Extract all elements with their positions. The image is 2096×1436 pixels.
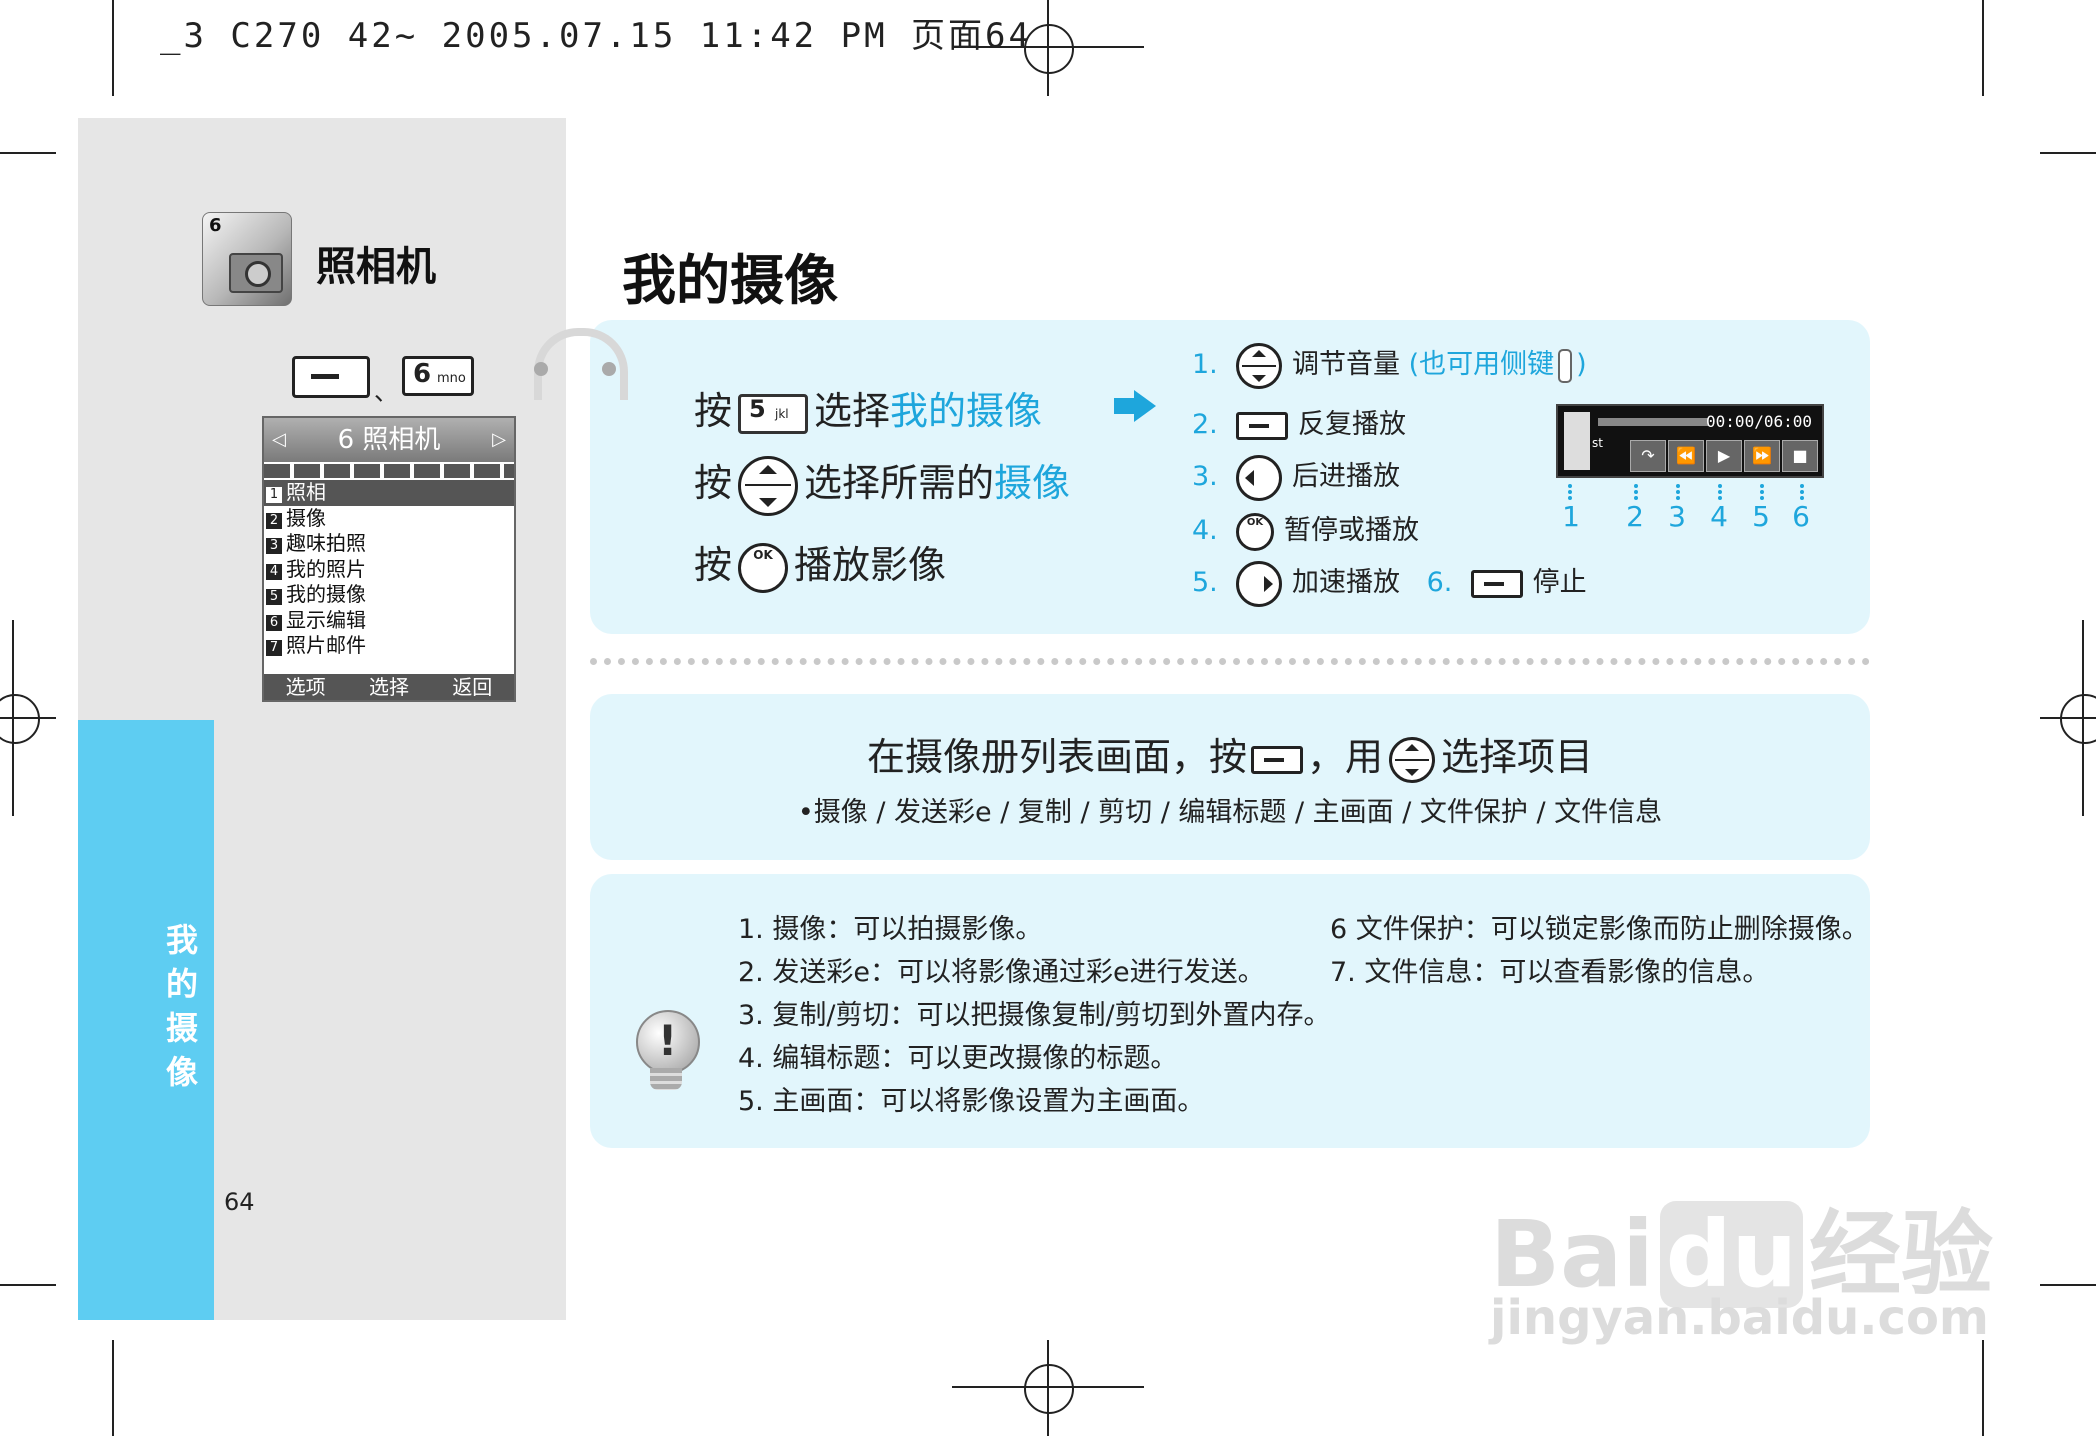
player-callout-number: 1 — [1562, 500, 1580, 533]
step-1: 按 5 jkl 选择我的摄像 — [694, 389, 1043, 434]
key-5-icon: 5 jkl — [738, 393, 809, 434]
right-softkey-icon — [1470, 569, 1523, 598]
phone-tabs — [264, 464, 514, 478]
note-item: 6 文件保护：可以锁定影像而防止删除摄像。 — [1330, 914, 1869, 945]
softkey-back: 返回 — [452, 675, 493, 699]
registration-mark — [0, 694, 40, 744]
arrow-left-icon: ◁ — [272, 429, 286, 450]
lightbulb-icon: ! — [630, 1010, 704, 1094]
phone-menu-item: 4 我的照片 — [264, 557, 514, 583]
note-item: 5. 主画面：可以将影像设置为主画面。 — [738, 1086, 1205, 1117]
nav-key-icon — [1236, 342, 1282, 389]
ok-key-icon: OK — [1236, 512, 1274, 551]
dotted-divider — [590, 658, 1870, 665]
note-item: 3. 复制/剪切：可以把摄像复制/剪切到外置内存。 — [738, 1000, 1331, 1031]
repeat-icon: ↷ — [1630, 440, 1666, 472]
note-item: 1. 摄像：可以拍摄影像。 — [738, 914, 1043, 945]
left-softkey-icon — [292, 356, 370, 398]
ok-key-icon: OK — [738, 542, 789, 593]
watermark-url: jingyan.baidu.com — [1490, 1290, 1989, 1346]
phone-menu-item: 3 趣味拍照 — [264, 531, 514, 557]
note-item: 7. 文件信息：可以查看影像的信息。 — [1330, 957, 1770, 988]
play-icon: ▶ — [1706, 440, 1742, 472]
video-player-bar: 00:00/06:00 st ↷ ⏪ ▶ ⏩ ■ — [1556, 404, 1824, 478]
side-key-icon — [1558, 348, 1573, 383]
page-number: 64 — [224, 1188, 255, 1216]
phone-menu-item: 6 显示编辑 — [264, 608, 514, 634]
step-3: 按 OK 播放影像 — [694, 534, 946, 593]
phone-header-title: 6 照相机 — [337, 425, 441, 455]
softkey-options: 选项 — [285, 675, 326, 699]
phone-header: ◁ 6 照相机 ▷ — [264, 418, 514, 462]
hook-end — [534, 362, 548, 376]
list-instruction: 在摄像册列表画面，按 ，用 选择项目 — [590, 726, 1870, 783]
softkey-select: 选择 — [368, 675, 409, 699]
key-separator: 、 — [374, 378, 398, 406]
key-6-icon: 6 mno — [402, 356, 474, 396]
phone-screen: ◁ 6 照相机 ▷ 1 照相 2 摄像 3 趣味拍照 4 我的照片 5 我的摄像 6 显示编… — [262, 416, 516, 702]
player-callout-number: 4 — [1710, 500, 1728, 533]
nav-right-icon — [1236, 560, 1282, 607]
volume-icon — [1564, 412, 1590, 470]
note-item: 4. 编辑标题：可以更改摄像的标题。 — [738, 1043, 1178, 1074]
camera-icon — [229, 253, 283, 293]
crop-mark — [112, 0, 114, 96]
crop-mark — [1982, 1340, 1984, 1436]
rewind-icon: ⏪ — [1668, 440, 1704, 472]
left-softkey-icon — [1236, 411, 1288, 440]
arrow-right-icon: ▷ — [492, 429, 506, 450]
play-time: 00:00/06:00 — [1706, 412, 1812, 431]
nav-key-icon — [738, 455, 799, 516]
phone-softkey-bar: 选项 选择 返回 — [264, 674, 514, 700]
legend-item-5: 5. 加速播放 6. 停止 — [1192, 560, 1587, 607]
player-callout-number: 5 — [1752, 500, 1770, 533]
print-header: _3 C270 42~ 2005.07.15 11:42 PM 页面64 — [160, 16, 1032, 56]
crop-mark — [0, 152, 56, 154]
legend-item-2: 2. 反复播放 — [1192, 409, 1406, 440]
left-softkey-icon — [1250, 745, 1303, 774]
nav-key-icon — [1389, 736, 1435, 783]
crop-mark — [0, 1284, 56, 1286]
notes-left: 1. 摄像：可以拍摄影像。 2. 发送彩e：可以将影像通过彩e进行发送。 3. … — [738, 908, 1331, 1123]
camera-app-icon: 6 — [202, 212, 292, 306]
fast-forward-icon: ⏩ — [1744, 440, 1780, 472]
callout-dot — [1676, 484, 1684, 500]
legend-item-1: 1. 调节音量 (也可用侧键) — [1192, 342, 1587, 389]
phone-menu-item: 5 我的摄像 — [264, 582, 514, 608]
crop-mark — [2040, 1284, 2096, 1286]
phone-menu-item: 7 照片邮件 — [264, 633, 514, 659]
player-callout-number: 3 — [1668, 500, 1686, 533]
vertical-section-title: 我 的 摄 像 — [165, 921, 198, 1091]
callout-dot — [1760, 484, 1768, 500]
crop-mark — [1982, 0, 1984, 96]
page-title: 我的摄像 — [622, 249, 838, 312]
crop-mark — [2040, 152, 2096, 154]
hook-end — [602, 362, 616, 376]
registration-mark — [2060, 694, 2096, 744]
app-icon-number: 6 — [209, 215, 222, 236]
phone-menu-item: 2 摄像 — [264, 506, 514, 532]
stop-icon: ■ — [1782, 440, 1818, 472]
phone-menu: 1 照相 2 摄像 3 趣味拍照 4 我的照片 5 我的摄像 6 显示编辑 7 照片邮件 — [264, 480, 514, 659]
callout-dot — [1568, 484, 1576, 500]
app-title: 照相机 — [316, 244, 436, 290]
step-2: 按选择所需的摄像 — [694, 452, 1070, 516]
legend-item-4: 4. OK 暂停或播放 — [1192, 508, 1419, 551]
nav-left-icon — [1236, 454, 1282, 501]
note-item: 2. 发送彩e：可以将影像通过彩e进行发送。 — [738, 957, 1265, 988]
crop-mark — [112, 1340, 114, 1436]
lens-icon — [245, 261, 271, 287]
player-status: st — [1592, 436, 1603, 450]
registration-mark — [1024, 1364, 1074, 1414]
phone-menu-item: 1 照相 — [264, 480, 514, 506]
player-callout-number: 2 — [1626, 500, 1644, 533]
list-options: •摄像 / 发送彩e / 复制 / 剪切 / 编辑标题 / 主画面 / 文件保护… — [797, 797, 1663, 828]
notes-right: 6 文件保护：可以锁定影像而防止删除摄像。 7. 文件信息：可以查看影像的信息。 — [1330, 908, 1869, 994]
callout-dot — [1634, 484, 1642, 500]
callout-dot — [1800, 484, 1808, 500]
player-callout-number: 6 — [1792, 500, 1810, 533]
progress-bar — [1598, 418, 1708, 426]
callout-dot — [1718, 484, 1726, 500]
legend-item-3: 3. 后进播放 — [1192, 454, 1400, 501]
